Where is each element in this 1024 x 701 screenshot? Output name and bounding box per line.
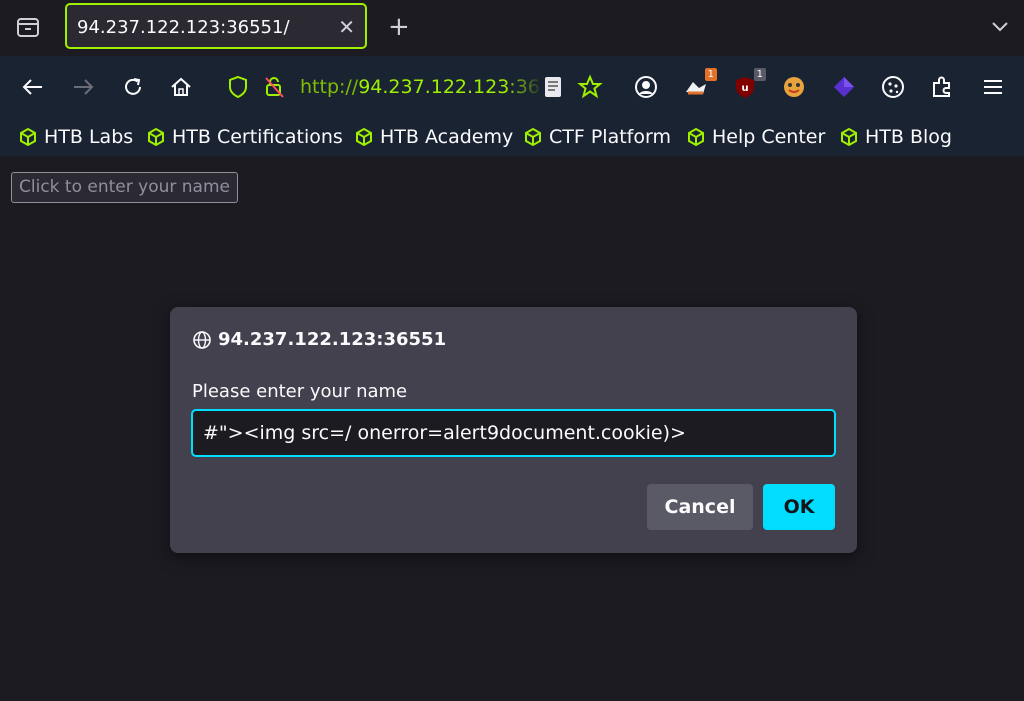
close-icon[interactable]: ✕ [338, 15, 355, 39]
globe-icon [193, 330, 211, 349]
enter-name-button[interactable]: Click to enter your name [11, 172, 238, 203]
menu-icon[interactable] [980, 74, 1006, 100]
dialog-origin: 94.237.122.123:36551 [192, 329, 446, 350]
htb-cube-icon [841, 127, 857, 147]
url-fade [504, 70, 544, 104]
htb-cube-icon [356, 127, 372, 147]
chevron-down-icon[interactable] [990, 16, 1010, 40]
bookmark-htb-academy[interactable]: HTB Academy [354, 124, 513, 150]
bookmark-label: HTB Labs [44, 126, 134, 148]
home-icon[interactable] [168, 74, 194, 100]
tab-list-icon[interactable] [14, 16, 42, 40]
htb-cube-icon [20, 127, 36, 147]
navigation-toolbar: http://94.237.122.123:36 1 u 1 [0, 56, 1024, 118]
bookmark-htb-blog[interactable]: HTB Blog [839, 124, 952, 150]
prompt-dialog: 94.237.122.123:36551 Please enter your n… [170, 307, 857, 553]
extension-icon[interactable]: 1 [683, 68, 717, 100]
account-icon[interactable] [633, 74, 659, 100]
htb-cube-icon [688, 127, 704, 147]
bookmark-ctf-platform[interactable]: CTF Platform [523, 124, 671, 150]
bookmark-label: HTB Certifications [172, 126, 343, 148]
dialog-origin-text: 94.237.122.123:36551 [218, 329, 447, 350]
extensions-puzzle-icon[interactable] [929, 74, 955, 100]
tab-title: 94.237.122.123:36551/ [77, 17, 290, 38]
htb-cube-icon [525, 127, 541, 147]
insecure-lock-icon[interactable] [262, 74, 286, 104]
bookmark-label: CTF Platform [549, 126, 671, 148]
name-input[interactable]: #"><img src=/ onerror=alert9document.coo… [191, 409, 836, 457]
reader-icon[interactable] [540, 74, 566, 100]
bookmark-htb-certifications[interactable]: HTB Certifications [146, 124, 343, 150]
ublock-badge: 1 [753, 68, 766, 81]
active-tab[interactable]: 94.237.122.123:36551/ ✕ [65, 3, 367, 49]
reload-icon[interactable] [120, 74, 146, 100]
cancel-button[interactable]: Cancel [647, 484, 753, 530]
url-scheme: http:// [300, 76, 359, 98]
dialog-message: Please enter your name [192, 381, 408, 402]
bookmark-help-center[interactable]: Help Center [686, 124, 825, 150]
url-bar[interactable]: http://94.237.122.123:36 [224, 70, 544, 104]
ok-button[interactable]: OK [763, 484, 835, 530]
shield-icon[interactable] [226, 74, 250, 104]
extension-badge: 1 [704, 68, 717, 81]
bookmarks-toolbar: HTB Labs HTB Certifications HTB Academy … [0, 118, 1024, 156]
tab-bar: 94.237.122.123:36551/ ✕ + [0, 0, 1024, 56]
bookmark-label: Help Center [712, 126, 826, 148]
back-icon[interactable] [20, 74, 46, 100]
bookmark-star-icon[interactable] [577, 74, 603, 100]
bookmark-htb-labs[interactable]: HTB Labs [18, 124, 133, 150]
bookmark-label: HTB Blog [865, 126, 952, 148]
htb-cube-icon [148, 127, 164, 147]
extension-icon[interactable] [781, 74, 807, 100]
cookie-icon[interactable] [880, 74, 906, 100]
new-tab-button[interactable]: + [388, 14, 410, 40]
svg-text:u: u [741, 83, 748, 94]
forward-icon[interactable] [70, 74, 96, 100]
extension-icon[interactable] [831, 74, 857, 100]
ublock-icon[interactable]: u 1 [732, 68, 766, 100]
bookmark-label: HTB Academy [380, 126, 514, 148]
